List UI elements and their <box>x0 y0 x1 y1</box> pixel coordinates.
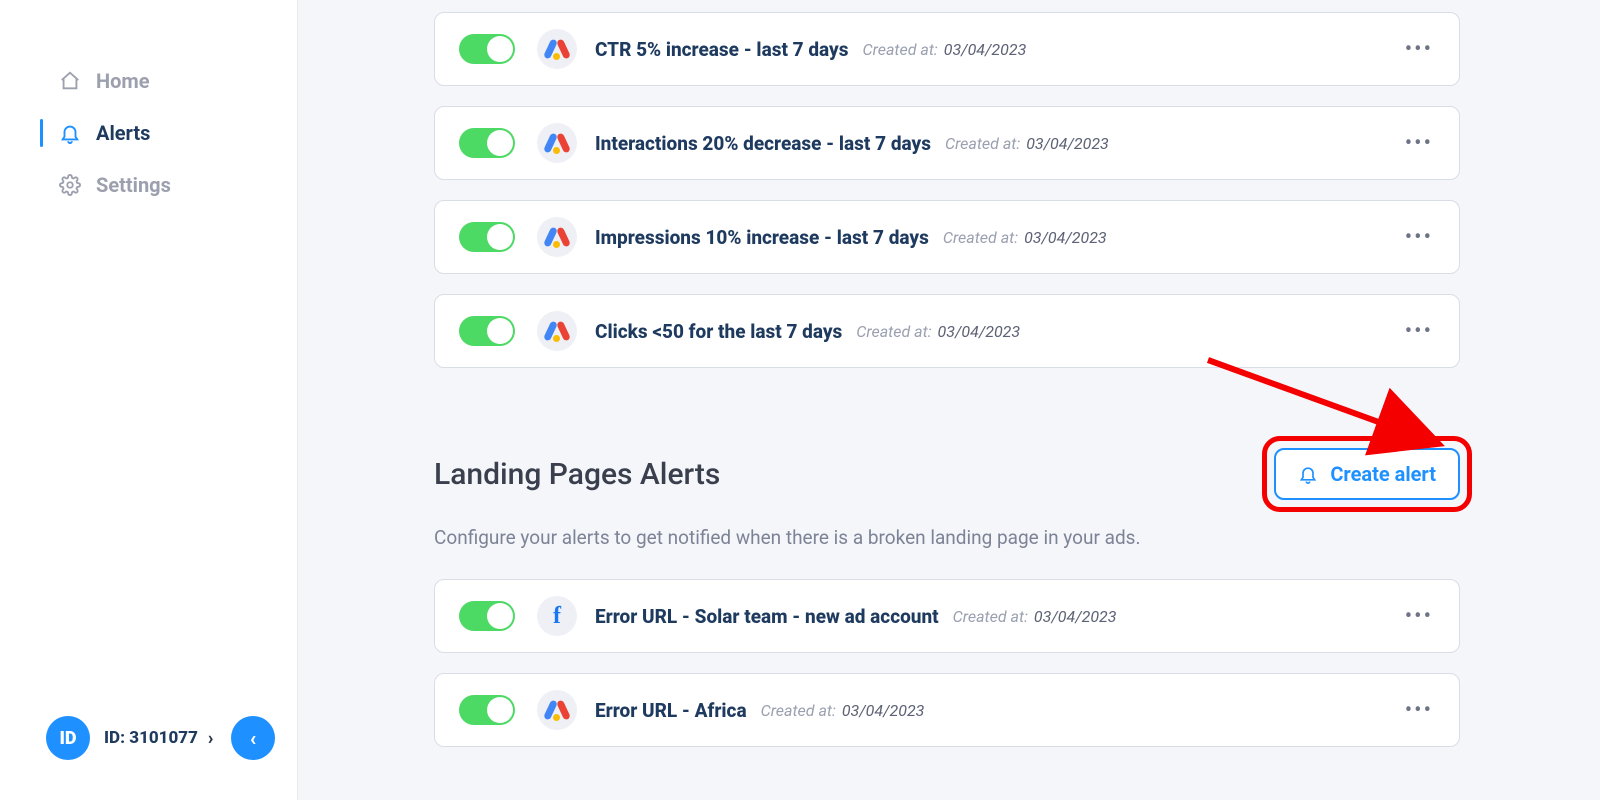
network-icon <box>537 311 577 351</box>
more-menu-button[interactable]: ••• <box>1405 604 1433 629</box>
alert-row: f Error URL - Solar team - new ad accoun… <box>434 579 1460 653</box>
sidebar: Home Alerts Settings ID ID: 3101077 › ‹ <box>0 0 298 800</box>
alert-toggle[interactable] <box>459 601 515 631</box>
create-alert-label: Create alert <box>1330 462 1436 486</box>
account-id[interactable]: ID: 3101077 <box>104 728 198 748</box>
sidebar-item-home[interactable]: Home <box>0 55 297 107</box>
alert-row: Interactions 20% decrease - last 7 days … <box>434 106 1460 180</box>
alert-row: Error URL - Africa Created at: 03/04/202… <box>434 673 1460 747</box>
alert-toggle[interactable] <box>459 316 515 346</box>
zone1-alerts-list: CTR 5% increase - last 7 days Created at… <box>434 12 1460 368</box>
created-date: 03/04/2023 <box>1024 228 1107 247</box>
sidebar-item-label: Settings <box>96 173 171 197</box>
created-date: 03/04/2023 <box>842 701 925 720</box>
created-label: Created at: <box>943 228 1018 247</box>
landing-alerts-list: f Error URL - Solar team - new ad accoun… <box>434 579 1460 747</box>
id-badge: ID <box>46 716 90 760</box>
google-ads-icon <box>547 133 567 153</box>
alert-toggle[interactable] <box>459 222 515 252</box>
alert-row: Clicks <50 for the last 7 days Created a… <box>434 294 1460 368</box>
google-ads-icon <box>547 700 567 720</box>
bell-icon <box>58 121 82 145</box>
alert-title: Impressions 10% increase - last 7 days <box>595 226 929 249</box>
chevron-right-icon[interactable]: › <box>208 728 213 749</box>
more-menu-button[interactable]: ••• <box>1405 225 1433 250</box>
network-icon <box>537 123 577 163</box>
network-icon <box>537 217 577 257</box>
alert-row: Impressions 10% increase - last 7 days C… <box>434 200 1460 274</box>
landing-section-header: Landing Pages Alerts Create alert <box>434 448 1460 500</box>
more-menu-button[interactable]: ••• <box>1405 131 1433 156</box>
gear-icon <box>58 173 82 197</box>
created-label: Created at: <box>945 134 1020 153</box>
google-ads-icon <box>547 321 567 341</box>
nav: Home Alerts Settings <box>0 0 297 211</box>
sidebar-item-alerts[interactable]: Alerts <box>0 107 297 159</box>
sidebar-item-label: Alerts <box>96 121 150 145</box>
section-description: Configure your alerts to get notified wh… <box>434 526 1460 549</box>
network-icon <box>537 29 577 69</box>
google-ads-icon <box>547 227 567 247</box>
sidebar-item-label: Home <box>96 69 150 93</box>
network-icon <box>537 690 577 730</box>
home-icon <box>58 69 82 93</box>
more-menu-button[interactable]: ••• <box>1405 37 1433 62</box>
created-label: Created at: <box>863 40 938 59</box>
created-date: 03/04/2023 <box>1026 134 1109 153</box>
sidebar-footer: ID ID: 3101077 › ‹ <box>0 716 297 760</box>
alert-toggle[interactable] <box>459 128 515 158</box>
alert-title: Clicks <50 for the last 7 days <box>595 320 842 343</box>
sidebar-item-settings[interactable]: Settings <box>0 159 297 211</box>
alert-title: Error URL - Africa <box>595 699 747 722</box>
alert-toggle[interactable] <box>459 695 515 725</box>
alert-row: CTR 5% increase - last 7 days Created at… <box>434 12 1460 86</box>
collapse-sidebar-button[interactable]: ‹ <box>231 716 275 760</box>
section-title: Landing Pages Alerts <box>434 457 720 492</box>
create-alert-button[interactable]: Create alert <box>1274 448 1460 500</box>
alert-title: CTR 5% increase - last 7 days <box>595 38 849 61</box>
google-ads-icon <box>547 39 567 59</box>
alert-toggle[interactable] <box>459 34 515 64</box>
created-date: 03/04/2023 <box>1034 607 1117 626</box>
more-menu-button[interactable]: ••• <box>1405 698 1433 723</box>
bell-icon <box>1298 464 1318 484</box>
main-content: CTR 5% increase - last 7 days Created at… <box>298 0 1600 800</box>
created-date: 03/04/2023 <box>944 40 1027 59</box>
network-icon: f <box>537 596 577 636</box>
more-menu-button[interactable]: ••• <box>1405 319 1433 344</box>
facebook-icon: f <box>553 603 561 630</box>
alert-title: Interactions 20% decrease - last 7 days <box>595 132 931 155</box>
created-label: Created at: <box>761 701 836 720</box>
alert-title: Error URL - Solar team - new ad account <box>595 605 939 628</box>
created-label: Created at: <box>953 607 1028 626</box>
created-date: 03/04/2023 <box>938 322 1021 341</box>
created-label: Created at: <box>856 322 931 341</box>
